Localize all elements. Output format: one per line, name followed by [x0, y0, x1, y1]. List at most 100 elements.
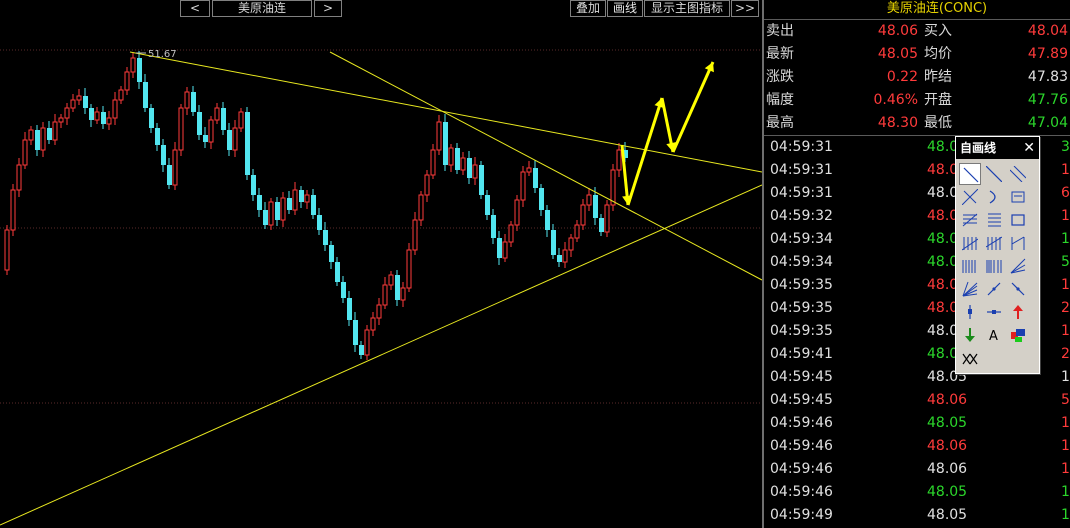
forecast-segment[interactable] [671, 61, 715, 153]
candle-body [460, 157, 466, 171]
candle-body [251, 175, 256, 195]
gann-tool[interactable] [983, 209, 1005, 231]
tick-time: 04:59:32 [770, 208, 833, 224]
price-mark-icon [968, 305, 972, 319]
candle-body [52, 121, 58, 141]
tick-volume: 1 [1061, 484, 1070, 500]
candle-body [149, 108, 154, 128]
rectangle-tool[interactable] [1007, 209, 1029, 231]
tick-row[interactable]: 04:59:46 48.06 1 [764, 458, 1070, 481]
candle-body [502, 241, 508, 259]
arc-tool[interactable] [983, 186, 1005, 208]
palette-title[interactable]: 自画线 ✕ [956, 137, 1039, 159]
forecast-segment[interactable] [626, 97, 664, 206]
cycle-lines-tool[interactable] [959, 255, 981, 277]
range-tool[interactable] [1007, 232, 1029, 254]
candle-body [479, 165, 484, 195]
text-tool-tool[interactable]: A [983, 324, 1005, 346]
horizontal-arrow-tool[interactable] [983, 301, 1005, 323]
candle-body [376, 304, 382, 319]
candle-body [292, 189, 298, 211]
price-mark-tool[interactable] [959, 301, 981, 323]
candle-body [35, 130, 40, 150]
next-symbol-button[interactable]: > [314, 0, 342, 17]
parallel-lines-icon [1010, 166, 1026, 182]
candle-body [304, 194, 310, 203]
candlesticks [4, 51, 628, 360]
fibonacci-time-tool[interactable] [983, 255, 1005, 277]
arrow-up-line-icon [1011, 282, 1025, 296]
candle-body [382, 284, 388, 306]
speed-lines-tool[interactable] [1007, 255, 1029, 277]
tick-time: 04:59:46 [770, 438, 833, 454]
tick-row[interactable]: 04:59:46 48.05 1 [764, 481, 1070, 504]
candle-body [161, 145, 166, 165]
arrow-up-line-tool[interactable] [1007, 278, 1029, 300]
candle-body [124, 71, 130, 91]
trendline[interactable] [329, 51, 762, 281]
candle-body [280, 197, 286, 221]
candle-body [70, 99, 76, 109]
tick-price: 48.05 [927, 484, 968, 500]
tick-volume: 1 [1061, 277, 1070, 293]
candle-body [436, 121, 442, 151]
tick-volume: 5 [1061, 392, 1070, 408]
up-arrow-tool[interactable] [1007, 301, 1029, 323]
candle-body [4, 229, 10, 271]
candle-body [359, 345, 364, 355]
candle-body [557, 255, 562, 262]
line-tool[interactable] [983, 163, 1005, 185]
tick-time: 04:59:31 [770, 162, 833, 178]
more-button[interactable]: >> [731, 0, 759, 17]
quote-value: 48.05 [877, 46, 918, 62]
channel-tool[interactable] [959, 209, 981, 231]
overlay-button[interactable]: 叠加 [570, 0, 606, 17]
draw-lines-button[interactable]: 画线 [607, 0, 643, 17]
arc-icon [989, 190, 996, 204]
tick-volume: 1 [1061, 415, 1070, 431]
candle-body [599, 218, 604, 232]
quote-value: 47.04 [1027, 115, 1068, 131]
tick-volume: 1 [1061, 231, 1070, 247]
tick-row[interactable]: 04:59:46 48.06 1 [764, 435, 1070, 458]
candle-body [341, 282, 346, 298]
tick-row[interactable]: 04:59:45 48.06 5 [764, 389, 1070, 412]
candle-body [143, 82, 148, 108]
speed-lines-icon [1010, 258, 1026, 274]
main-indicator-button[interactable]: 显示主图指标 [644, 0, 730, 17]
fan-lines-tool[interactable] [959, 232, 981, 254]
range-icon [1011, 236, 1025, 250]
tick-time: 04:59:45 [770, 392, 833, 408]
tick-volume: 1 [1061, 461, 1070, 477]
trendline[interactable] [0, 184, 762, 526]
tick-time: 04:59:46 [770, 461, 833, 477]
candle-body [16, 164, 22, 191]
candlestick-chart[interactable]: 51.67 [0, 18, 762, 528]
candle-body [562, 249, 568, 263]
segment-tool[interactable] [959, 163, 981, 185]
candle-body [400, 287, 406, 301]
close-icon[interactable]: ✕ [1023, 137, 1035, 159]
parallel-lines-tool[interactable] [1007, 163, 1029, 185]
candle-body [491, 215, 496, 238]
triple-lines-tool[interactable] [983, 232, 1005, 254]
tick-row[interactable]: 04:59:49 48.05 1 [764, 504, 1070, 527]
gann-fan-tool[interactable] [959, 278, 981, 300]
price-label-tool[interactable] [1007, 186, 1029, 208]
drawing-tools-palette[interactable]: 自画线 ✕ A [955, 136, 1040, 374]
ray-tool[interactable] [959, 186, 981, 208]
candle-body [388, 274, 394, 286]
tick-row[interactable]: 04:59:46 48.05 1 [764, 412, 1070, 435]
arrow-line-tool[interactable] [983, 278, 1005, 300]
text-tool-icon: A [989, 329, 998, 343]
delete-lines-tool[interactable] [959, 347, 981, 369]
candle-body [268, 201, 274, 226]
quote-value: 47.76 [1027, 92, 1068, 108]
color-tool[interactable] [1007, 324, 1029, 346]
tick-time: 04:59:31 [770, 139, 833, 155]
candle-body [203, 135, 208, 142]
down-arrow-tool[interactable] [959, 324, 981, 346]
candle-body [130, 57, 136, 73]
symbol-selector[interactable]: 美原油连 [212, 0, 312, 17]
prev-symbol-button[interactable]: < [180, 0, 210, 17]
